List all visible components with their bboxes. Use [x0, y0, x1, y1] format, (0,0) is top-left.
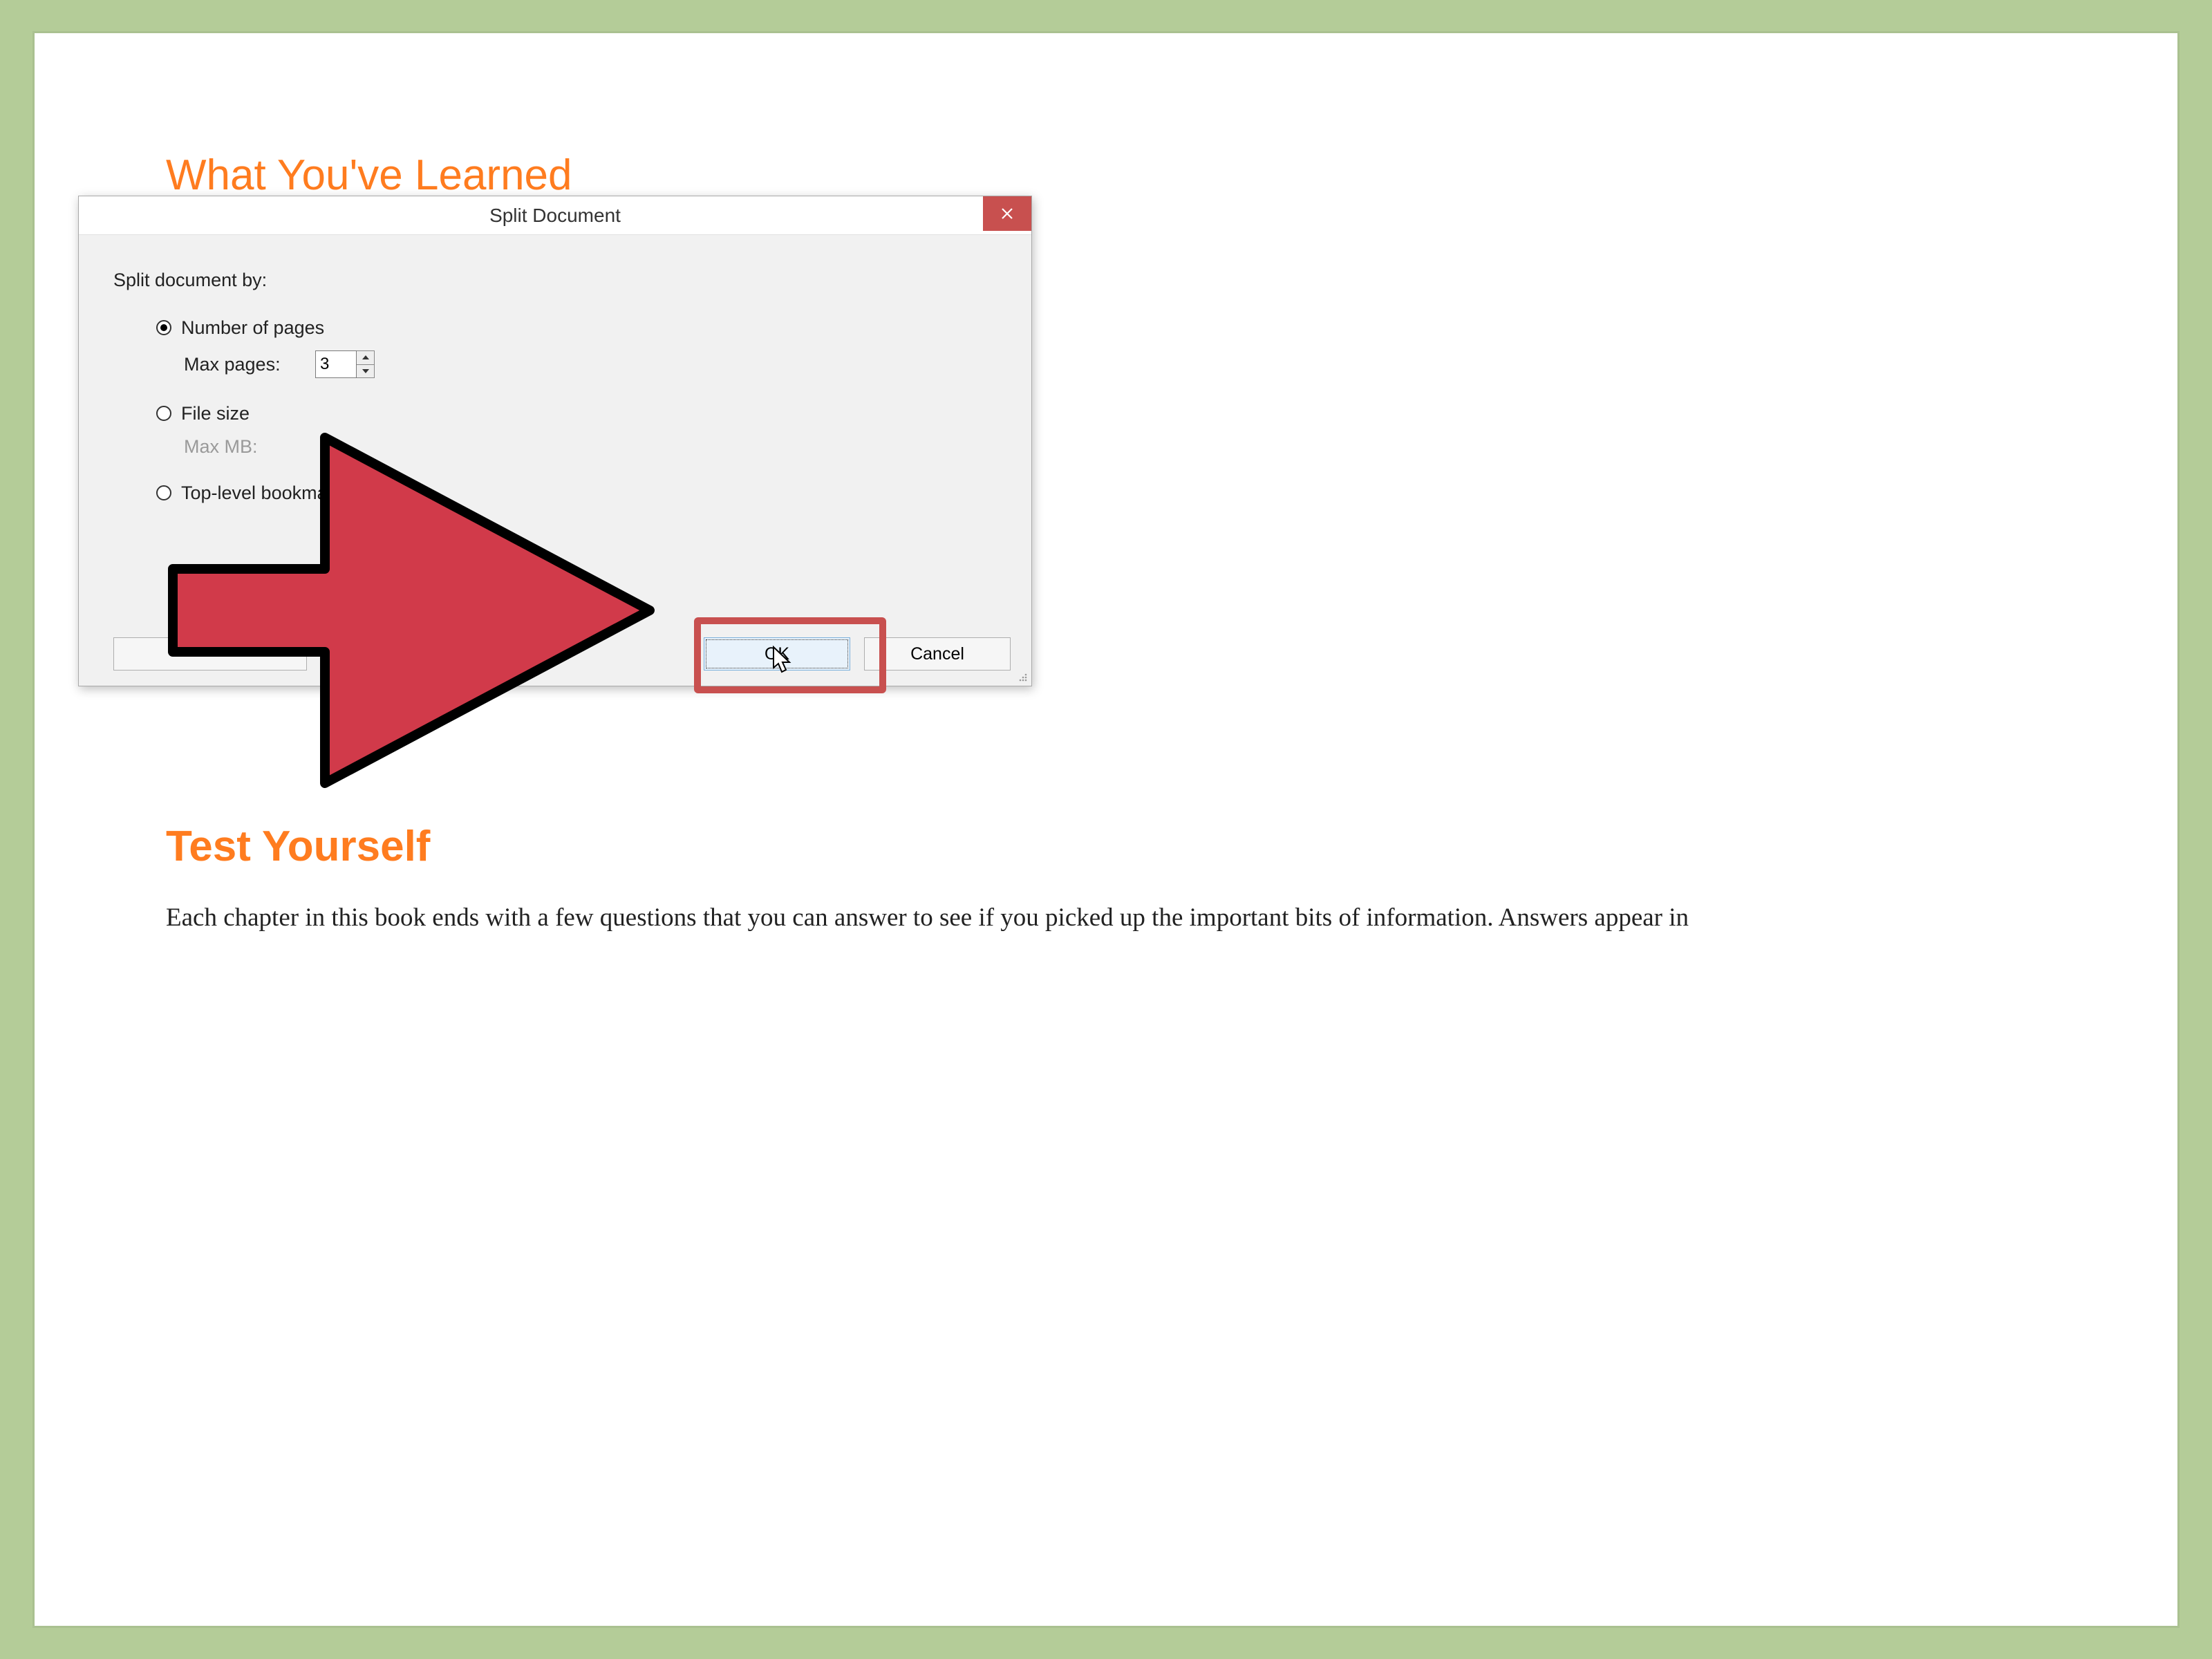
radio-bookmarks-label: Top-level bookmarks	[181, 482, 353, 504]
split-options-group: Number of pages Max pages:	[113, 313, 1004, 507]
spinner-up[interactable]	[357, 351, 374, 365]
spinner-down[interactable]	[357, 365, 374, 378]
app-frame: What You've Learned Test Yourself Each c…	[35, 33, 2177, 1626]
max-pages-row: Max pages:	[156, 350, 1004, 378]
doc-paragraph: Each chapter in this book ends with a fe…	[166, 899, 2177, 937]
doc-heading-learned: What You've Learned	[166, 151, 2177, 200]
resize-grip-icon[interactable]	[1016, 671, 1029, 683]
radio-pages[interactable]	[156, 320, 171, 335]
dialog-titlebar[interactable]: Split Document	[79, 196, 1031, 235]
ok-button[interactable]: OK	[704, 637, 850, 671]
split-by-label: Split document by:	[113, 270, 1004, 291]
doc-heading-test: Test Yourself	[166, 822, 2177, 871]
max-mb-row: Max MB:	[156, 436, 1004, 458]
dialog-body: Split document by: Number of pages Max p…	[79, 235, 1031, 528]
cancel-button[interactable]: Cancel	[864, 637, 1011, 671]
radio-filesize[interactable]	[156, 406, 171, 421]
dialog-title: Split Document	[489, 205, 621, 227]
cancel-button-label: Cancel	[910, 644, 964, 664]
radio-pages-label: Number of pages	[181, 317, 324, 339]
option-number-of-pages[interactable]: Number of pages	[156, 313, 1004, 342]
spinner-buttons	[357, 350, 375, 378]
max-mb-label: Max MB:	[184, 436, 315, 458]
split-document-dialog: Split Document Split document by: Number…	[78, 196, 1032, 686]
option-top-level-bookmarks[interactable]: Top-level bookmarks	[156, 478, 1004, 507]
max-pages-spinner[interactable]	[315, 350, 375, 378]
radio-filesize-label: File size	[181, 403, 250, 424]
close-button[interactable]	[983, 196, 1031, 231]
option-file-size[interactable]: File size	[156, 399, 1004, 428]
dialog-footer: OK Cancel	[79, 622, 1031, 686]
max-pages-input[interactable]	[315, 350, 357, 378]
ok-button-label: OK	[765, 644, 789, 664]
close-icon	[1000, 207, 1014, 221]
max-pages-label: Max pages:	[184, 354, 315, 375]
radio-bookmarks[interactable]	[156, 485, 171, 500]
